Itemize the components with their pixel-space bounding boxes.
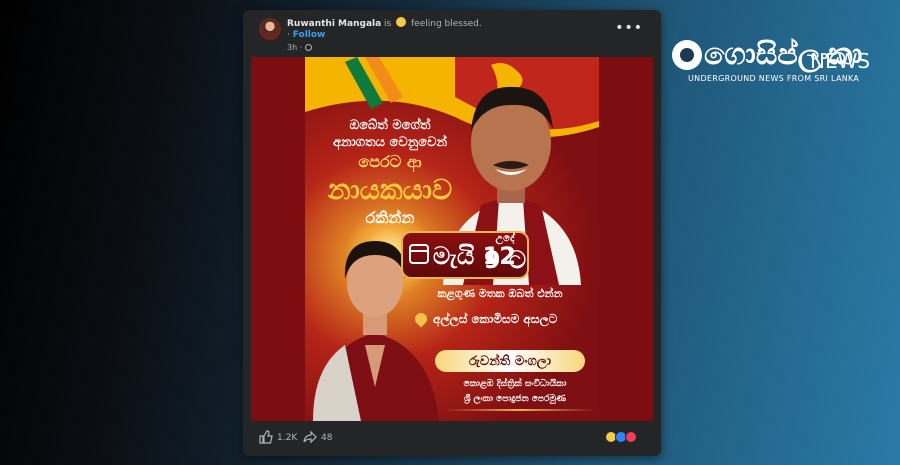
follow-button[interactable]: Follow xyxy=(293,30,326,40)
author-avatar[interactable] xyxy=(259,18,281,40)
globe-icon xyxy=(304,44,312,51)
brand-mark-icon xyxy=(672,40,702,70)
post-timestamp[interactable]: 3h xyxy=(287,43,297,52)
calendar-icon xyxy=(409,244,429,264)
post-image[interactable]: ඔබේත් මගේත් අනාගතය වෙනුවෙන් පෙරට ආ නායකය… xyxy=(251,57,653,421)
more-icon[interactable]: ••• xyxy=(615,20,643,36)
event-time-label: උදේ xyxy=(495,233,515,244)
blessed-emoji-icon xyxy=(396,17,407,27)
status-prefix: is xyxy=(384,19,392,29)
follow-line: · Follow xyxy=(287,30,326,40)
post-time: 3h · xyxy=(287,43,312,52)
like-count[interactable]: 1.2K xyxy=(277,433,297,443)
status-text: feeling blessed. xyxy=(411,19,482,29)
campaign-poster: ඔබේත් මගේත් අනාගතය වෙනුවෙන් පෙරට ආ නායකය… xyxy=(305,57,599,421)
facebook-post: Ruwanthi Mangala is feeling blessed. · F… xyxy=(243,10,661,456)
slogan: ඔබේත් මගේත් අනාගතය වෙනුවෙන් පෙරට ආ නායකය… xyxy=(305,117,475,229)
brand-tagline: UNDERGROUND NEWS FROM SRI LANKA xyxy=(688,74,860,83)
candidate-party: ශ්‍රී ලංකා පොදුජන පෙරමුණ xyxy=(463,394,567,404)
brand-news: NEWS xyxy=(810,49,871,73)
candidate-name-bar: රුවන්ති මංගලා xyxy=(435,350,585,372)
candidate-name: රුවන්ති මංගලා xyxy=(469,354,551,369)
event-time-value: 9 ට xyxy=(483,246,527,274)
author-name[interactable]: Ruwanthi Mangala xyxy=(287,19,381,29)
slogan-line-1: ඔබේත් මගේත් xyxy=(349,118,431,133)
share-count[interactable]: 48 xyxy=(321,433,332,443)
event-time: උදේ 9 ට xyxy=(479,232,531,274)
gold-divider xyxy=(445,409,595,411)
post-header: Ruwanthi Mangala is feeling blessed. · F… xyxy=(243,10,661,58)
candidate-role: කොළඹ දිස්ත්‍රික් සංවිධායිකා xyxy=(463,379,567,389)
slogan-line-2: අනාගතය වෙනුවෙන් xyxy=(332,135,448,150)
share-icon[interactable] xyxy=(303,430,317,444)
love-reaction-icon xyxy=(625,431,637,443)
reaction-icons[interactable] xyxy=(605,431,645,445)
event-location: අල්ලස් කොමිසම අසලට xyxy=(433,312,558,326)
invite-text: කළගුණ මතක ඔබත් එන්න xyxy=(437,287,563,300)
brand-logo: ගොසිප්ලංකා NEWS UNDERGROUND NEWS FROM SR… xyxy=(672,36,872,90)
slogan-line-5: රකින්න xyxy=(365,208,415,227)
post-footer: 1.2K 48 xyxy=(243,421,661,456)
post-author-line: Ruwanthi Mangala is feeling blessed. xyxy=(287,17,482,29)
slogan-line-3: පෙරට ආ xyxy=(358,152,422,171)
slogan-line-4: නායකයාව xyxy=(327,173,453,206)
like-icon[interactable] xyxy=(259,430,273,444)
